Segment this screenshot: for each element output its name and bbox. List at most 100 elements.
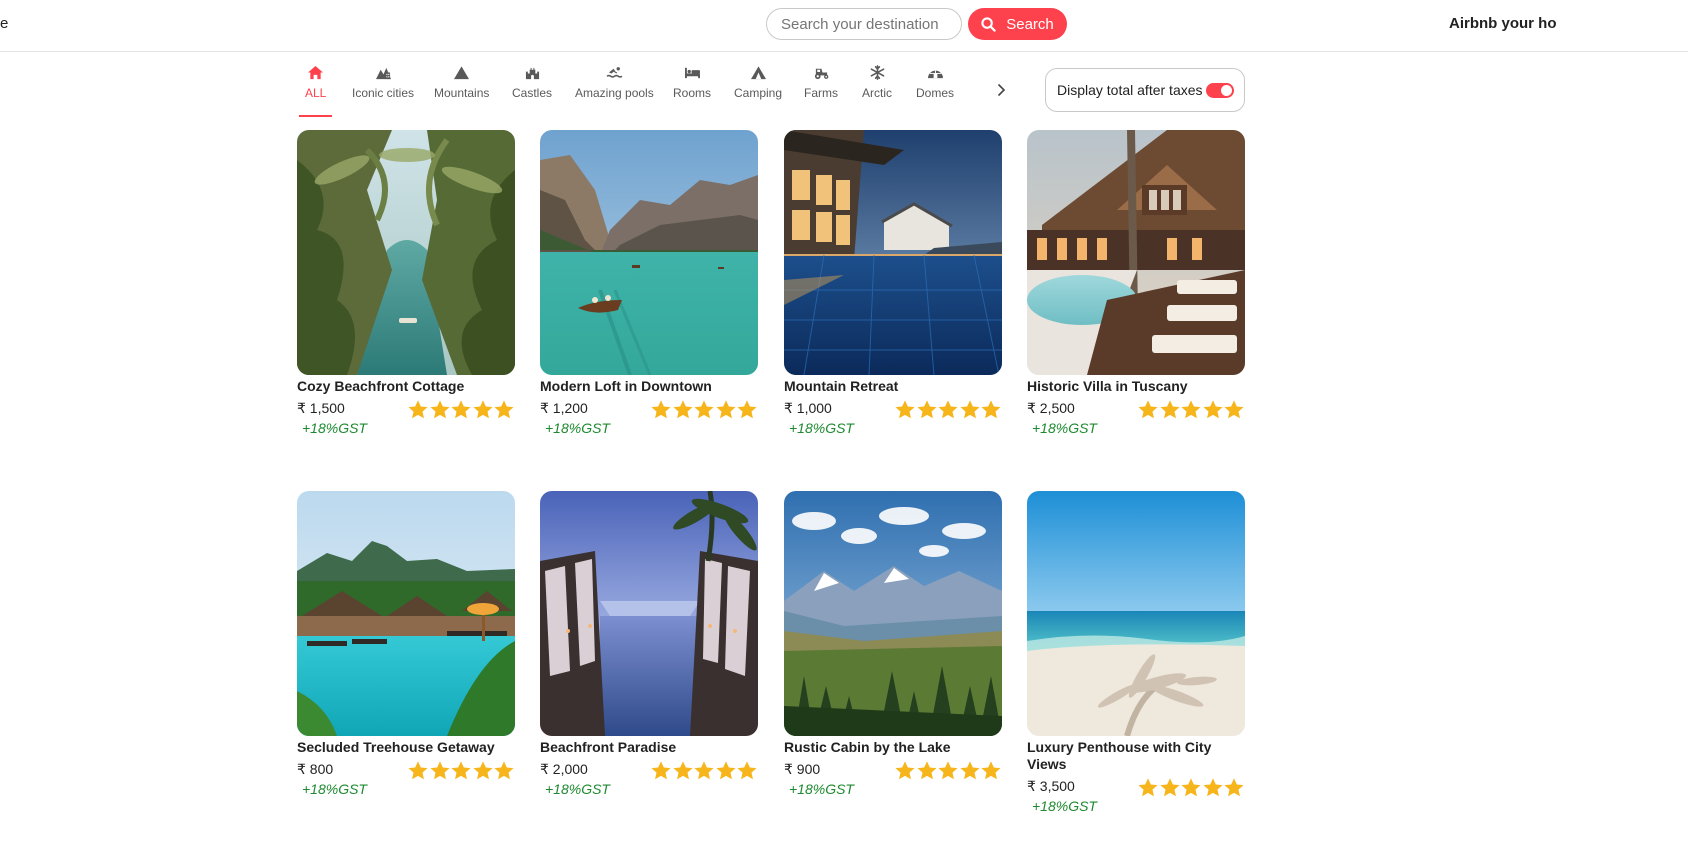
listing-photo[interactable] xyxy=(540,130,758,375)
listing-title: Beachfront Paradise xyxy=(540,739,677,755)
filter-label: Camping xyxy=(734,86,783,100)
listing-price: ₹ 2,000 xyxy=(540,761,588,777)
star-icon xyxy=(429,400,450,419)
host-link[interactable]: Airbnb your ho xyxy=(1449,15,1557,32)
star-icon xyxy=(651,761,671,780)
filter-arctic[interactable]: Arctic xyxy=(862,64,892,100)
listing-card[interactable]: Secluded Treehouse Getaway ₹ 800 +18%GST xyxy=(297,491,515,799)
listing-price: ₹ 1,000 xyxy=(784,400,832,416)
bed-icon xyxy=(683,64,701,80)
rating-stars xyxy=(895,399,1003,421)
listing-photo[interactable] xyxy=(784,491,1002,736)
star-icon xyxy=(1181,400,1201,419)
tax-toggle-panel: Display total after taxes xyxy=(1045,68,1245,112)
rating-stars xyxy=(895,760,1003,782)
nav-edge-text[interactable]: e xyxy=(0,15,8,32)
listing-photo[interactable] xyxy=(1027,130,1245,375)
star-icon xyxy=(1202,400,1223,419)
listing-gst: +18%GST xyxy=(789,781,854,797)
filter-domes[interactable]: Domes xyxy=(916,64,954,100)
listing-title: Cozy Beachfront Cottage xyxy=(297,378,465,394)
city-icon xyxy=(374,64,392,80)
filter-all[interactable]: ALL xyxy=(298,64,333,117)
listing-gst: +18%GST xyxy=(302,781,367,797)
listing-card[interactable]: Historic Villa in Tuscany ₹ 2,500 +18%GS… xyxy=(1027,130,1245,438)
igloo-icon xyxy=(926,64,944,80)
navbar: e Search Airbnb your ho xyxy=(0,0,1688,52)
listing-card[interactable]: Luxury Penthouse with City Views ₹ 3,500… xyxy=(1027,491,1245,816)
listing-gst: +18%GST xyxy=(302,420,367,436)
listing-card[interactable]: Modern Loft in Downtown ₹ 1,200 +18%GST xyxy=(540,130,758,438)
filter-label: Farms xyxy=(804,86,838,100)
rating-stars xyxy=(651,399,759,421)
tax-toggle-switch[interactable] xyxy=(1206,83,1234,98)
pool-icon xyxy=(605,64,623,80)
tax-toggle-label: Display total after taxes xyxy=(1057,82,1203,98)
listing-card[interactable]: Cozy Beachfront Cottage ₹ 1,500 +18%GST xyxy=(297,130,515,438)
star-icon xyxy=(1159,778,1180,797)
mountain-icon xyxy=(453,64,471,80)
star-icon xyxy=(1159,400,1180,419)
star-icon xyxy=(1138,778,1158,797)
filter-rooms[interactable]: Rooms xyxy=(673,64,711,100)
listing-title: Secluded Treehouse Getaway xyxy=(297,739,495,755)
listing-photo[interactable] xyxy=(540,491,758,736)
star-icon xyxy=(916,761,937,780)
filter-label: Domes xyxy=(916,86,955,100)
filter-amazing-pools[interactable]: Amazing pools xyxy=(575,64,654,100)
listing-gst: +18%GST xyxy=(1032,420,1097,436)
star-icon xyxy=(451,400,471,419)
listing-gst: +18%GST xyxy=(789,420,854,436)
listing-card[interactable]: Mountain Retreat ₹ 1,000 +18%GST xyxy=(784,130,1002,438)
search-button[interactable]: Search xyxy=(968,8,1067,40)
tractor-icon xyxy=(812,64,830,80)
filter-mountains[interactable]: Mountains xyxy=(434,64,489,100)
star-icon xyxy=(895,761,915,780)
star-icon xyxy=(938,761,958,780)
star-icon xyxy=(959,761,980,780)
listing-price: ₹ 1,200 xyxy=(540,400,588,416)
star-icon xyxy=(494,761,514,780)
listing-photo[interactable] xyxy=(784,130,1002,375)
rating-stars xyxy=(408,399,516,421)
listing-photo[interactable] xyxy=(1027,491,1245,736)
listing-price: ₹ 2,500 xyxy=(1027,400,1075,416)
listing-photo[interactable] xyxy=(297,130,515,375)
snowflake-icon xyxy=(868,64,886,80)
star-icon xyxy=(1202,778,1223,797)
star-icon xyxy=(916,400,937,419)
listing-title: Historic Villa in Tuscany xyxy=(1027,378,1188,394)
filter-label: Iconic cities xyxy=(352,86,415,100)
star-icon xyxy=(472,761,493,780)
filter-castles[interactable]: Castles xyxy=(512,64,552,100)
chevron-right-icon xyxy=(997,83,1006,97)
rating-stars xyxy=(1138,399,1246,421)
star-icon xyxy=(472,400,493,419)
star-icon xyxy=(1224,778,1244,797)
listing-title: Rustic Cabin by the Lake xyxy=(784,739,951,755)
star-icon xyxy=(981,761,1001,780)
filter-iconic-cities[interactable]: Iconic cities xyxy=(352,64,414,100)
star-icon xyxy=(737,400,757,419)
listing-card[interactable]: Rustic Cabin by the Lake ₹ 900 +18%GST xyxy=(784,491,1002,799)
star-icon xyxy=(694,400,714,419)
star-icon xyxy=(1181,778,1201,797)
search-input[interactable] xyxy=(766,8,962,40)
star-icon xyxy=(429,761,450,780)
filter-label: Amazing pools xyxy=(575,86,654,100)
listing-title: Luxury Penthouse with City Views xyxy=(1027,739,1212,772)
listing-photo[interactable] xyxy=(297,491,515,736)
rating-stars xyxy=(651,760,759,782)
filter-camping[interactable]: Camping xyxy=(734,64,782,100)
listing-price: ₹ 900 xyxy=(784,761,821,777)
filter-label: Castles xyxy=(512,86,553,100)
star-icon xyxy=(1224,400,1244,419)
listing-card[interactable]: Beachfront Paradise ₹ 2,000 +18%GST xyxy=(540,491,758,799)
filter-farms[interactable]: Farms xyxy=(804,64,838,100)
castle-icon xyxy=(523,64,541,80)
listing-price: ₹ 3,500 xyxy=(1027,778,1075,794)
filter-label: Arctic xyxy=(862,86,892,100)
filters-next-button[interactable] xyxy=(991,80,1011,100)
filter-label: Rooms xyxy=(673,86,712,100)
filter-bar: ALL Iconic cities Mountains Castles Amaz… xyxy=(297,60,1245,120)
